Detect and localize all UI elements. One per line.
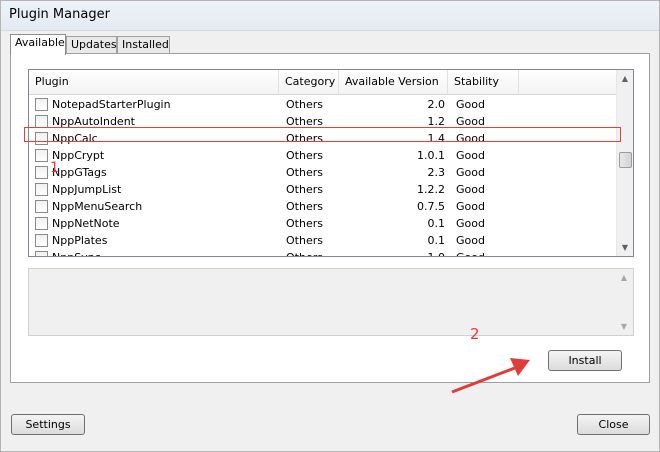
annotation-step-2: 2 xyxy=(470,325,480,343)
title-bar[interactable]: Plugin Manager xyxy=(1,1,659,31)
column-header-version[interactable]: Available Version xyxy=(339,70,448,95)
plugin-category: Others xyxy=(286,183,323,196)
plugin-manager-window: Plugin Manager Available Updates Install… xyxy=(0,0,660,452)
tab-installed[interactable]: Installed xyxy=(117,36,170,54)
plugin-version: 0.1 xyxy=(427,217,446,230)
plugin-checkbox[interactable] xyxy=(35,132,48,145)
plugin-row[interactable]: NppAutoIndent Others 1.2 Good xyxy=(29,113,619,130)
plugin-version: 0.1 xyxy=(427,234,446,247)
plugin-row[interactable]: NppGTags Others 2.3 Good xyxy=(29,164,619,181)
plugin-category: Others xyxy=(286,132,323,145)
plugin-name: NppGTags xyxy=(52,166,107,179)
plugin-checkbox[interactable] xyxy=(35,183,48,196)
plugin-name: NppPlates xyxy=(52,234,108,247)
plugin-version: 0.7.5 xyxy=(417,200,445,213)
plugin-category: Others xyxy=(286,166,323,179)
plugin-category: Others xyxy=(286,98,323,111)
plugin-row[interactable]: NppCalc Others 1.4 Good xyxy=(29,130,619,147)
plugin-stability: Good xyxy=(456,115,485,128)
scroll-down-icon[interactable]: ▼ xyxy=(617,239,633,256)
plugin-stability: Good xyxy=(456,249,485,256)
plugin-name: NppNetNote xyxy=(52,217,120,230)
close-button[interactable]: Close xyxy=(577,414,650,435)
plugin-checkbox[interactable] xyxy=(35,217,48,230)
desc-scroll-up-icon[interactable]: ▲ xyxy=(616,269,632,286)
plugin-category: Others xyxy=(286,149,323,162)
plugin-version: 2.3 xyxy=(427,166,446,179)
install-button[interactable]: Install xyxy=(548,350,622,371)
plugin-name: NppJumpList xyxy=(52,183,122,196)
tab-updates[interactable]: Updates xyxy=(66,36,117,54)
plugin-name: NppCalc xyxy=(52,132,98,145)
plugin-stability: Good xyxy=(456,98,485,111)
plugin-stability: Good xyxy=(456,149,485,162)
plugin-stability: Good xyxy=(456,200,485,213)
annotation-step-1: 1 xyxy=(50,160,59,176)
plugin-version: 1.2 xyxy=(427,115,446,128)
plugin-version: 1.2.2 xyxy=(417,183,445,196)
tab-panel-available: Plugin Category Available Version Stabil… xyxy=(10,53,650,383)
plugin-stability: Good xyxy=(456,183,485,196)
description-scrollbar[interactable]: ▲ ▼ xyxy=(616,269,633,335)
scroll-up-icon[interactable]: ▲ xyxy=(617,70,633,87)
list-header: Plugin Category Available Version Stabil… xyxy=(29,70,619,95)
desc-scroll-down-icon[interactable]: ▼ xyxy=(616,318,632,335)
plugin-checkbox[interactable] xyxy=(35,149,48,162)
plugin-category: Others xyxy=(286,115,323,128)
plugin-name: NppCrypt xyxy=(52,149,105,162)
plugin-row[interactable]: NppPlates Others 0.1 Good xyxy=(29,232,619,249)
plugin-version: 2.0 xyxy=(427,98,446,111)
plugin-row[interactable]: NppNetNote Others 0.1 Good xyxy=(29,215,619,232)
tab-available[interactable]: Available xyxy=(10,34,66,55)
plugin-stability: Good xyxy=(456,166,485,179)
plugin-checkbox[interactable] xyxy=(35,234,48,247)
plugin-name: NppSync xyxy=(52,249,101,256)
plugin-row[interactable]: NppJumpList Others 1.2.2 Good xyxy=(29,181,619,198)
column-header-stability[interactable]: Stability xyxy=(448,70,519,95)
plugin-row[interactable]: NotepadStarterPlugin Others 2.0 Good xyxy=(29,96,619,113)
plugin-checkbox[interactable] xyxy=(35,200,48,213)
plugin-checkbox[interactable] xyxy=(35,166,48,179)
plugin-description-box[interactable]: ▲ ▼ xyxy=(28,268,634,336)
plugin-category: Others xyxy=(286,234,323,247)
plugin-name: NppMenuSearch xyxy=(52,200,143,213)
column-header-plugin[interactable]: Plugin xyxy=(29,70,279,95)
plugin-version: 1.0 xyxy=(339,249,446,256)
plugin-category: Others xyxy=(286,217,323,230)
plugin-row[interactable]: NppMenuSearch Others 0.7.5 Good xyxy=(29,198,619,215)
plugin-name: NotepadStarterPlugin xyxy=(52,98,171,111)
plugin-checkbox[interactable] xyxy=(35,115,48,128)
plugin-version: 1.4 xyxy=(427,132,446,145)
scrollbar-thumb[interactable] xyxy=(619,152,632,168)
plugin-row[interactable]: NppSync Others 1.0 Good xyxy=(29,249,619,256)
plugin-stability: Good xyxy=(456,132,485,145)
plugin-name: NppAutoIndent xyxy=(52,115,135,128)
annotation-arrow-icon xyxy=(451,358,530,394)
column-header-category[interactable]: Category xyxy=(279,70,339,95)
plugin-checkbox[interactable] xyxy=(35,98,48,111)
plugin-list: Plugin Category Available Version Stabil… xyxy=(28,69,634,257)
settings-button[interactable]: Settings xyxy=(11,414,85,435)
plugin-category: Others xyxy=(286,200,323,213)
plugin-stability: Good xyxy=(456,234,485,247)
plugin-category: Others xyxy=(286,249,323,256)
window-title: Plugin Manager xyxy=(9,7,110,22)
plugin-row[interactable]: NppCrypt Others 1.0.1 Good xyxy=(29,147,619,164)
plugin-version: 1.0.1 xyxy=(417,149,445,162)
plugin-list-scrollbar[interactable]: ▲ ▼ xyxy=(616,70,633,256)
plugin-stability: Good xyxy=(456,217,485,230)
plugin-checkbox[interactable] xyxy=(35,251,48,256)
